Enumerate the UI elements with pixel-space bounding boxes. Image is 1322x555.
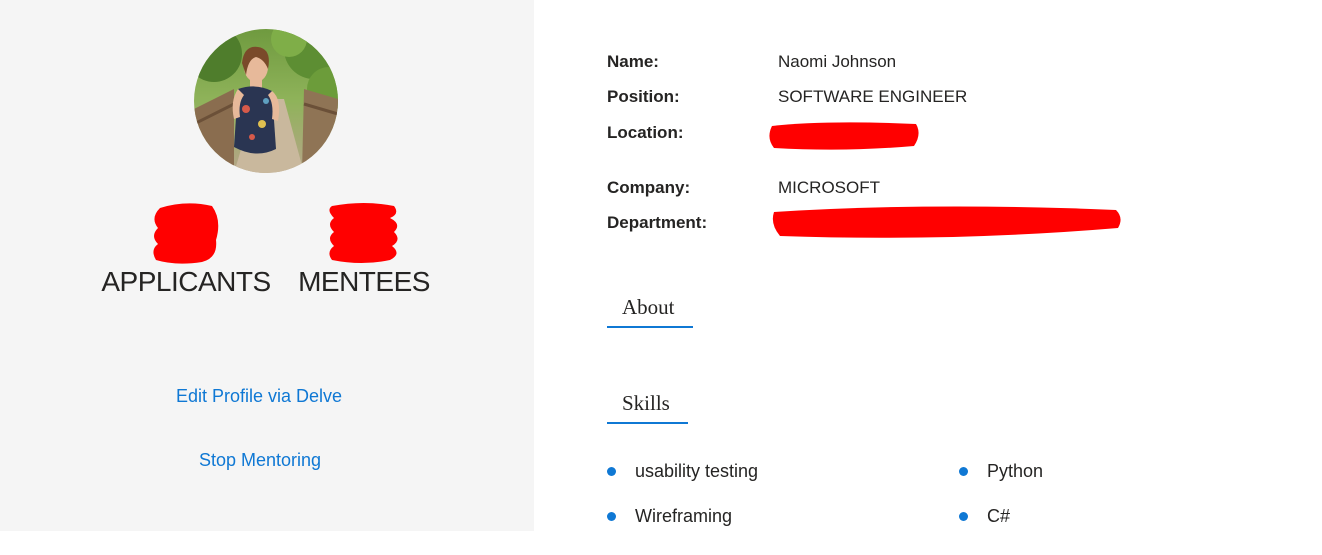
tab-skills[interactable]: Skills — [607, 388, 688, 424]
skill-label: Python — [987, 461, 1044, 481]
name-value: Naomi Johnson — [778, 52, 897, 71]
bullet-icon — [959, 512, 968, 521]
location-label: Location: — [607, 123, 684, 142]
skill-label: usability testing — [635, 461, 759, 481]
name-label: Name: — [607, 52, 659, 71]
bullet-icon — [959, 467, 968, 476]
company-label: Company: — [607, 178, 691, 197]
department-redaction — [772, 206, 1121, 238]
applicants-label: APPLICANTS — [101, 266, 271, 297]
tab-about[interactable]: About — [607, 292, 693, 328]
applicants-stat[interactable]: APPLICANTS — [100, 200, 272, 298]
mentor-profile-page: APPLICANTS MENTEES Edit Profile via Delv… — [0, 0, 1322, 555]
bullet-icon — [607, 512, 616, 521]
department-label: Department: — [607, 213, 708, 232]
applicants-count-redaction — [153, 203, 219, 264]
mentees-stat[interactable]: MENTEES — [296, 200, 432, 298]
edit-profile-link[interactable]: Edit Profile via Delve — [176, 386, 342, 407]
mentees-label: MENTEES — [298, 266, 430, 297]
bullet-icon — [607, 467, 616, 476]
position-value: SOFTWARE ENGINEER — [778, 87, 968, 106]
profile-sidebar: APPLICANTS MENTEES Edit Profile via Delv… — [0, 0, 534, 531]
skill-label: C# — [987, 506, 1011, 526]
skill-label: Wireframing — [635, 506, 733, 526]
avatar — [194, 29, 338, 173]
location-redaction — [769, 122, 919, 150]
company-value: MICROSOFT — [778, 178, 880, 197]
mentees-count-redaction — [329, 203, 398, 263]
position-label: Position: — [607, 87, 680, 106]
stop-mentoring-link[interactable]: Stop Mentoring — [199, 450, 321, 471]
